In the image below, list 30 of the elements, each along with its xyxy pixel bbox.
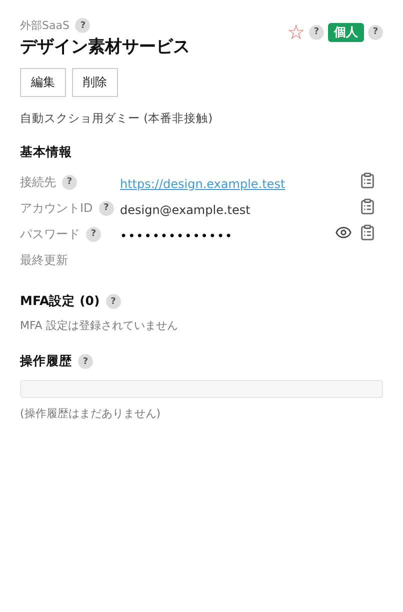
scope-badge: 個人 — [328, 22, 364, 42]
help-icon[interactable]: ? — [62, 174, 77, 190]
field-label: 接続先 — [20, 174, 56, 190]
help-icon[interactable]: ? — [368, 24, 383, 40]
help-icon[interactable]: ? — [106, 294, 121, 309]
clipboard-icon[interactable] — [359, 224, 376, 240]
star-icon[interactable]: ☆ — [287, 22, 305, 42]
field-label: パスワード — [20, 226, 80, 242]
section-heading: 基本情報 — [20, 144, 73, 161]
url-link[interactable]: https://design.example.test — [120, 176, 286, 190]
help-icon[interactable]: ? — [75, 18, 90, 33]
password-value: •••••••••••••• — [120, 228, 234, 242]
field-label: 最終更新 — [20, 252, 68, 268]
empty-message: MFA 設定は登録されていません — [20, 318, 179, 333]
clipboard-icon[interactable] — [359, 172, 376, 188]
category-label: 外部SaaS — [20, 18, 70, 33]
clipboard-icon[interactable] — [359, 198, 376, 214]
help-icon[interactable]: ? — [98, 200, 114, 216]
delete-button[interactable]: 削除 — [72, 68, 118, 97]
service-title: デザイン素材サービス — [20, 36, 190, 58]
section-heading: MFA設定 (0) — [20, 293, 100, 310]
help-icon[interactable]: ? — [86, 226, 101, 242]
note-text: 自動スクショ用ダミー (本番非接触) — [20, 111, 214, 126]
section-heading: 操作履歴 — [20, 353, 72, 370]
help-icon[interactable]: ? — [309, 24, 324, 40]
help-icon[interactable]: ? — [78, 354, 93, 369]
empty-message: (操作履歴はまだありません) — [20, 406, 162, 421]
field-label: アカウントID — [20, 200, 93, 216]
edit-button[interactable]: 編集 — [20, 68, 66, 97]
field-value: design@example.test — [120, 202, 250, 216]
